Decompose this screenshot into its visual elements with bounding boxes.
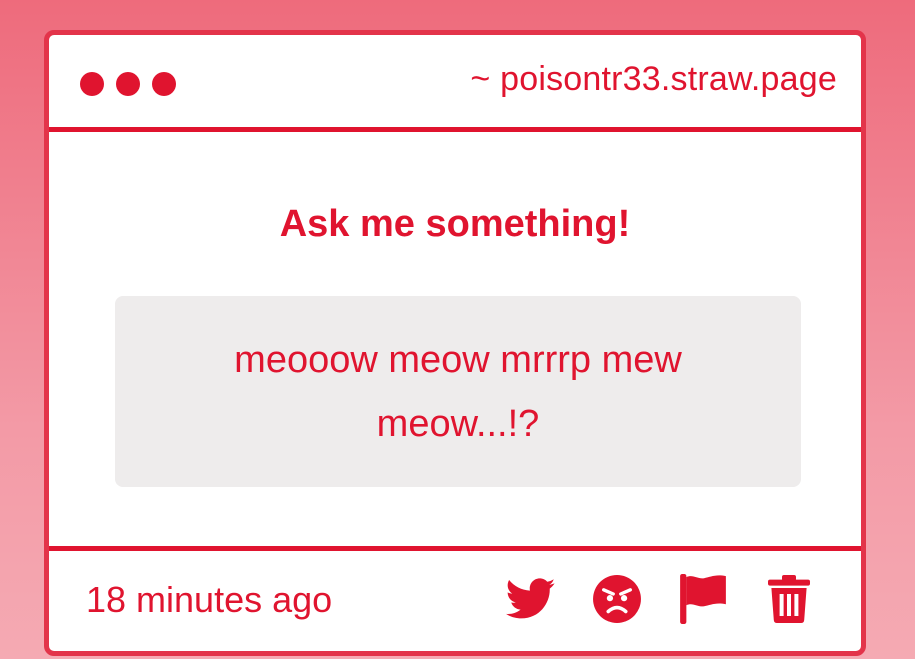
page-heading: Ask me something!	[279, 203, 631, 245]
question-box: meooow meow mrrrp mew meow...!?	[115, 296, 801, 487]
react-angry-button[interactable]	[591, 573, 643, 625]
trash-icon	[768, 575, 810, 623]
delete-button[interactable]	[763, 573, 815, 625]
ask-card-window: ~ poisontr33.straw.page Ask me something…	[44, 30, 866, 656]
question-text: meooow meow mrrrp mew meow...!?	[234, 338, 682, 445]
action-bar	[505, 573, 815, 625]
report-button[interactable]	[677, 573, 729, 625]
site-url[interactable]: ~ poisontr33.straw.page	[470, 60, 837, 99]
window-dot-1[interactable]	[80, 72, 104, 96]
angry-face-icon	[593, 575, 641, 623]
window-titlebar: ~ poisontr33.straw.page	[49, 35, 861, 132]
timestamp: 18 minutes ago	[86, 579, 333, 620]
window-dot-2[interactable]	[116, 72, 140, 96]
window-dot-3[interactable]	[152, 72, 176, 96]
share-twitter-button[interactable]	[505, 573, 557, 625]
twitter-icon	[506, 578, 556, 619]
window-controls	[80, 72, 176, 96]
card-footer: 18 minutes ago	[49, 546, 861, 651]
flag-icon	[680, 574, 726, 624]
